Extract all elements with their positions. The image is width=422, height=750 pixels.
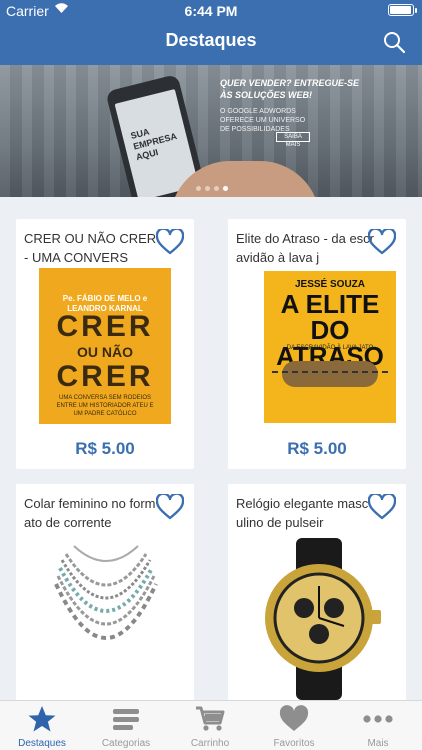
banner-headline-line1: QUER VENDER? ENTREGUE-SE bbox=[220, 78, 360, 88]
product-image[interactable]: Pe. FÁBIO DE MELO e LEANDRO KARNAL CRER … bbox=[39, 268, 171, 424]
status-bar: Carrier 6:44 PM bbox=[0, 0, 422, 22]
carousel-dot[interactable] bbox=[214, 186, 219, 191]
star-icon bbox=[27, 705, 57, 733]
product-image[interactable] bbox=[254, 538, 384, 700]
banner-cta-button[interactable]: SAIBA MAIS bbox=[276, 132, 310, 148]
tab-label: Favoritos bbox=[273, 738, 315, 749]
product-card[interactable]: Colar feminino no formato de corrente bbox=[16, 484, 194, 700]
favorite-heart-icon[interactable] bbox=[155, 227, 185, 255]
more-icon bbox=[363, 705, 393, 733]
book-title-word3: CRER bbox=[56, 360, 154, 393]
product-price: R$ 5.00 bbox=[287, 439, 347, 458]
tab-label: Destaques bbox=[18, 738, 66, 749]
banner-subtext: O GOOGLE ADWORDS OFERECE UM UNIVERSO DE … bbox=[220, 108, 306, 133]
heart-icon bbox=[279, 705, 309, 733]
banner-headline: QUER VENDER? ENTREGUE-SE ÀS SOLUÇÕES WEB… bbox=[220, 77, 359, 101]
book-blurb: UMA CONVERSA SEM RODEIOS ENTRE UM HISTOR… bbox=[56, 395, 154, 417]
product-image[interactable] bbox=[36, 536, 176, 700]
banner-headline-line2: ÀS SOLUÇÕES WEB! bbox=[220, 90, 313, 100]
product-card[interactable]: Elite do Atraso - da escravidão à lava j… bbox=[228, 219, 406, 469]
product-title[interactable]: Relógio elegante masculino de pulseir bbox=[236, 494, 374, 532]
banner-screen-text: SUA EMPRESA AQUI bbox=[129, 126, 178, 163]
tab-label: Categorias bbox=[101, 738, 151, 749]
product-card[interactable]: Relógio elegante masculino de pulseir bbox=[228, 484, 406, 700]
battery-cap bbox=[415, 8, 417, 13]
product-title[interactable]: Elite do Atraso - da escravidão à lava j bbox=[236, 229, 374, 267]
tab-mais[interactable]: Mais bbox=[336, 701, 420, 750]
book-title-line1: A ELITE bbox=[280, 289, 380, 319]
product-title[interactable]: CRER OU NÃO CRER - UMA CONVERS bbox=[24, 229, 162, 267]
favorite-heart-icon[interactable] bbox=[155, 492, 185, 520]
battery-icon bbox=[388, 4, 414, 16]
page-title: Destaques bbox=[165, 30, 257, 50]
cart-icon bbox=[195, 705, 225, 733]
product-title[interactable]: Colar feminino no formato de corrente bbox=[24, 494, 162, 532]
product-card[interactable]: CRER OU NÃO CRER - UMA CONVERS Pe. FÁBIO… bbox=[16, 219, 194, 469]
list-icon bbox=[111, 705, 141, 733]
tab-carrinho[interactable]: Carrinho bbox=[168, 701, 252, 750]
watch-image bbox=[265, 538, 381, 700]
carousel-dot-active[interactable] bbox=[223, 186, 228, 191]
favorite-heart-icon[interactable] bbox=[367, 492, 397, 520]
chain-illustration bbox=[272, 371, 388, 375]
book-subtitle: DA ESCRAVIDÃO À LAVA JATO bbox=[286, 345, 374, 351]
tab-destaques[interactable]: Destaques bbox=[0, 701, 84, 750]
necklace-image bbox=[54, 545, 158, 640]
tab-label: Mais bbox=[367, 738, 389, 749]
search-icon[interactable] bbox=[382, 30, 406, 54]
book-title-word1: CRER bbox=[56, 310, 154, 343]
promo-banner[interactable]: SUA EMPRESA AQUI QUER VENDER? ENTREGUE-S… bbox=[0, 65, 422, 197]
book-title-word2: OU NÃO bbox=[77, 344, 133, 360]
tab-categorias[interactable]: Categorias bbox=[84, 701, 168, 750]
clock: 6:44 PM bbox=[184, 3, 238, 19]
tab-label: Carrinho bbox=[190, 738, 230, 749]
tab-bar: Destaques Categorias Carrinho Favoritos … bbox=[0, 700, 422, 750]
product-price: R$ 5.00 bbox=[75, 439, 135, 458]
tab-favoritos[interactable]: Favoritos bbox=[252, 701, 336, 750]
product-image[interactable]: JESSÉ SOUZA A ELITE DO ATRASO DA ESCRAVI… bbox=[264, 271, 396, 423]
carousel-dot[interactable] bbox=[196, 186, 201, 191]
carousel-dot[interactable] bbox=[205, 186, 210, 191]
favorite-heart-icon[interactable] bbox=[367, 227, 397, 255]
carousel-indicator[interactable] bbox=[196, 186, 236, 192]
